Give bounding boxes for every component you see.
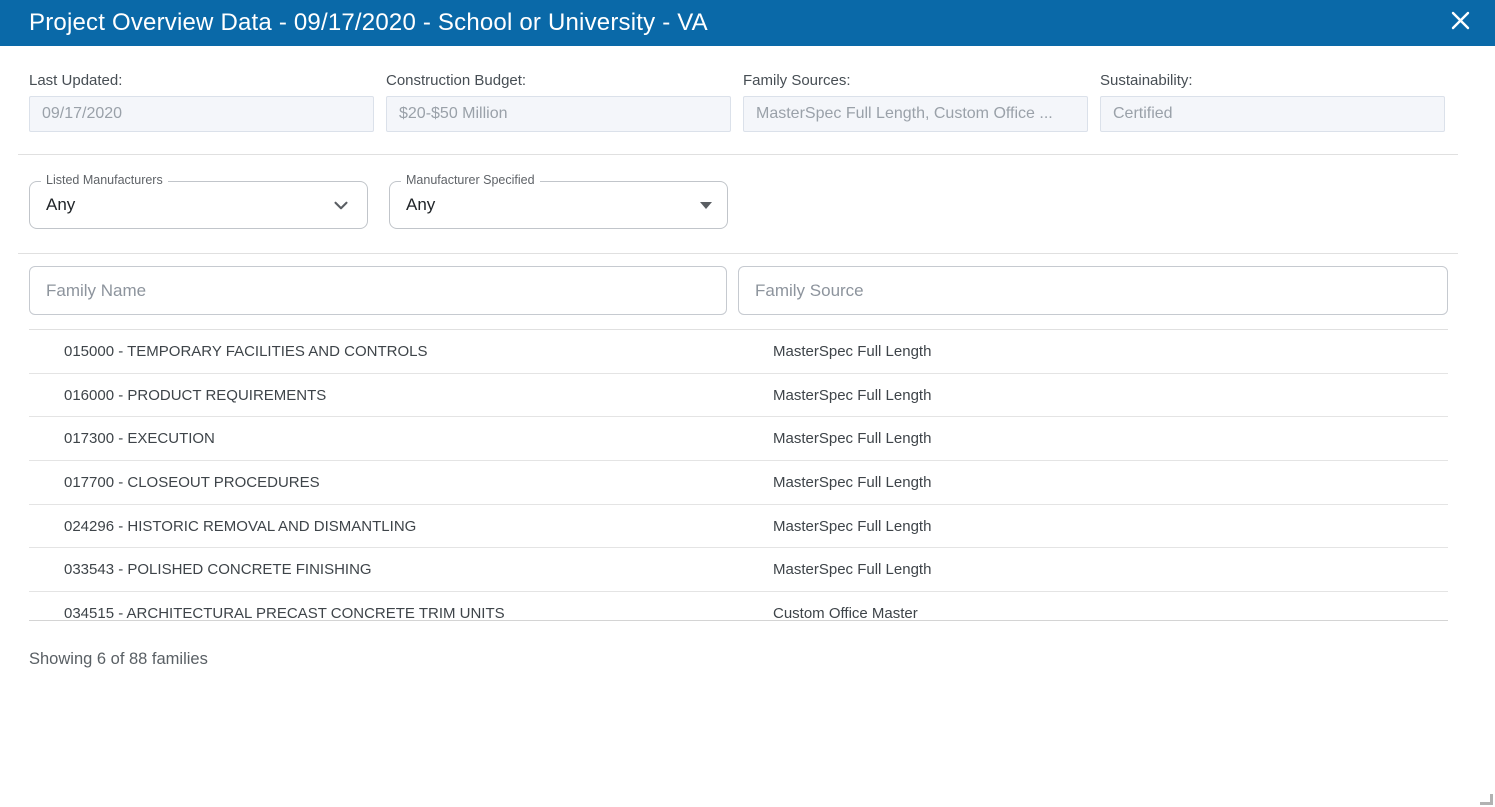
field-construction-budget: Construction Budget: (386, 72, 731, 132)
status-text: Showing 6 of 88 families (0, 621, 1495, 669)
family-source-cell: Custom Office Master (738, 605, 1448, 621)
resize-grip-icon[interactable] (1480, 794, 1493, 805)
table-row[interactable]: 024296 - HISTORIC REMOVAL AND DISMANTLIN… (29, 505, 1448, 549)
family-source-cell: MasterSpec Full Length (738, 387, 1448, 404)
table-row[interactable]: 015000 - TEMPORARY FACILITIES AND CONTRO… (29, 330, 1448, 374)
table-row[interactable]: 017700 - CLOSEOUT PROCEDURES MasterSpec … (29, 461, 1448, 505)
manufacturer-specified-value: Any (406, 195, 700, 215)
field-last-updated: Last Updated: (29, 72, 374, 132)
dialog-title: Project Overview Data - 09/17/2020 - Sch… (29, 9, 1445, 37)
sustainability-label: Sustainability: (1100, 72, 1445, 89)
table-row[interactable]: 033543 - POLISHED CONCRETE FINISHING Mas… (29, 548, 1448, 592)
family-name-cell: 017300 - EXECUTION (29, 430, 738, 447)
sustainability-value (1100, 96, 1445, 132)
listed-manufacturers-value: Any (46, 195, 330, 215)
family-name-cell: 034515 - ARCHITECTURAL PRECAST CONCRETE … (29, 605, 738, 621)
table-row[interactable]: 017300 - EXECUTION MasterSpec Full Lengt… (29, 417, 1448, 461)
family-name-input[interactable] (29, 266, 727, 315)
close-button[interactable] (1445, 8, 1475, 38)
family-name-cell: 024296 - HISTORIC REMOVAL AND DISMANTLIN… (29, 518, 738, 535)
manufacturer-specified-select[interactable]: Manufacturer Specified Any (389, 181, 728, 229)
dialog-header: Project Overview Data - 09/17/2020 - Sch… (0, 0, 1495, 46)
last-updated-label: Last Updated: (29, 72, 374, 89)
family-sources-label: Family Sources: (743, 72, 1088, 89)
family-source-input[interactable] (738, 266, 1448, 315)
listed-manufacturers-label: Listed Manufacturers (41, 173, 168, 187)
family-source-cell: MasterSpec Full Length (738, 474, 1448, 491)
family-source-cell: MasterSpec Full Length (738, 343, 1448, 360)
family-name-cell: 033543 - POLISHED CONCRETE FINISHING (29, 561, 738, 578)
family-source-cell: MasterSpec Full Length (738, 561, 1448, 578)
family-name-cell: 016000 - PRODUCT REQUIREMENTS (29, 387, 738, 404)
search-row (0, 254, 1495, 315)
filters-row: Listed Manufacturers Any Manufacturer Sp… (0, 155, 1495, 229)
manufacturer-specified-label: Manufacturer Specified (401, 173, 540, 187)
family-table-body: 015000 - TEMPORARY FACILITIES AND CONTRO… (29, 330, 1448, 621)
family-table: 015000 - TEMPORARY FACILITIES AND CONTRO… (29, 329, 1448, 621)
family-source-cell: MasterSpec Full Length (738, 518, 1448, 535)
family-name-cell: 015000 - TEMPORARY FACILITIES AND CONTRO… (29, 343, 738, 360)
construction-budget-label: Construction Budget: (386, 72, 731, 89)
family-source-cell: MasterSpec Full Length (738, 430, 1448, 447)
chevron-down-icon (330, 194, 352, 216)
table-row[interactable]: 034515 - ARCHITECTURAL PRECAST CONCRETE … (29, 592, 1448, 621)
field-family-sources: Family Sources: (743, 72, 1088, 132)
listed-manufacturers-select[interactable]: Listed Manufacturers Any (29, 181, 368, 229)
triangle-down-icon (700, 202, 712, 209)
field-sustainability: Sustainability: (1100, 72, 1445, 132)
close-icon (1450, 10, 1471, 36)
summary-fields-row: Last Updated: Construction Budget: Famil… (0, 46, 1495, 132)
family-name-cell: 017700 - CLOSEOUT PROCEDURES (29, 474, 738, 491)
last-updated-value (29, 96, 374, 132)
table-row[interactable]: 016000 - PRODUCT REQUIREMENTS MasterSpec… (29, 374, 1448, 418)
construction-budget-value (386, 96, 731, 132)
family-sources-value (743, 96, 1088, 132)
